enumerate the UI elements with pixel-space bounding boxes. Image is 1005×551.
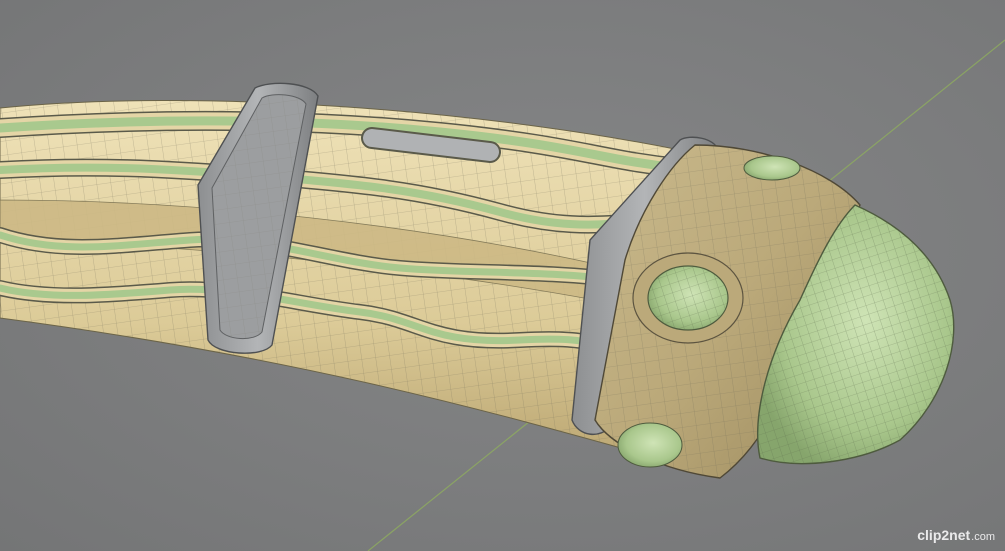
end-cap-bump-top: [743, 155, 801, 181]
viewport: clip2net .com: [0, 0, 1005, 551]
watermark-tld: .com: [971, 531, 995, 543]
end-cap-bump-bottom: [617, 422, 683, 468]
3d-viewport-render: [0, 39, 1005, 551]
watermark: clip2net .com: [917, 525, 995, 545]
watermark-brand: clip2net: [917, 527, 971, 543]
